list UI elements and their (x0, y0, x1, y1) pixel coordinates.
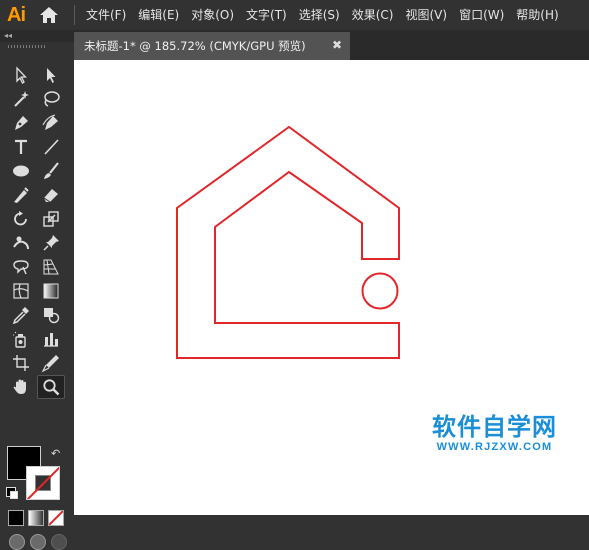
collapse-panel-icon[interactable]: ◂◂ (4, 30, 12, 42)
eyedropper-tool-icon[interactable] (8, 304, 34, 326)
house-outer-path (176, 125, 400, 359)
selection-tool-icon[interactable] (8, 64, 34, 86)
color-mode-button[interactable] (8, 510, 24, 526)
scale-tool-icon[interactable] (38, 208, 64, 230)
default-fill-stroke-icon[interactable] (6, 487, 18, 499)
zoom-tool-icon[interactable] (37, 375, 65, 399)
type-tool-icon[interactable] (8, 136, 34, 158)
menu-item-3[interactable]: 文字(T) (240, 0, 293, 30)
menu-item-2[interactable]: 对象(O) (185, 0, 240, 30)
panel-grip[interactable] (8, 45, 46, 48)
mesh-tool-icon[interactable] (8, 280, 34, 302)
slice-tool-icon[interactable] (38, 352, 64, 374)
puppet-warp-tool-icon[interactable] (8, 232, 34, 254)
live-paint-tool-icon[interactable] (38, 304, 64, 326)
curvature-tool-icon[interactable] (38, 112, 64, 134)
menu-separator (74, 5, 75, 25)
draw-behind-icon[interactable] (30, 534, 46, 550)
line-segment-tool-icon[interactable] (38, 136, 64, 158)
ellipse-tool-icon[interactable] (8, 160, 34, 182)
watermark-url: WWW.RJZXW.COM (436, 441, 553, 453)
document-tab[interactable]: 未标题-1* @ 185.72% (CMYK/GPU 预览) ✖ (74, 32, 350, 60)
direct-selection-tool-icon[interactable] (38, 64, 64, 86)
house-circle-path (361, 272, 399, 310)
menu-item-7[interactable]: 窗口(W) (453, 0, 510, 30)
app-logo: Ai (7, 3, 26, 26)
menu-item-5[interactable]: 效果(C) (346, 0, 400, 30)
main-menu: 文件(F) 编辑(E) 对象(O) 文字(T) 选择(S) 效果(C) 视图(V) 窗口(W)… (80, 0, 565, 30)
draw-inside-icon[interactable] (51, 534, 67, 550)
gradient-tool-icon[interactable] (38, 280, 64, 302)
paintbrush-tool-icon[interactable] (38, 160, 64, 182)
home-icon[interactable] (32, 0, 66, 30)
free-transform-tool-icon[interactable] (8, 256, 34, 278)
pin-tool-icon[interactable] (38, 232, 64, 254)
close-tab-icon[interactable]: ✖ (332, 38, 342, 52)
toolbar-header: ◂◂ (0, 30, 74, 42)
menu-item-1[interactable]: 编辑(E) (132, 0, 185, 30)
watermark-title: 软件自学网 (432, 413, 557, 441)
artboard-tool-icon[interactable] (8, 352, 34, 374)
menu-item-6[interactable]: 视图(V) (399, 0, 453, 30)
stroke-swatch[interactable] (26, 466, 60, 500)
swap-fill-stroke-icon[interactable]: ↶ (51, 447, 60, 460)
menu-item-8[interactable]: 帮助(H) (510, 0, 564, 30)
artboard-canvas[interactable]: 软件自学网 WWW.RJZXW.COM (74, 60, 589, 515)
shaper-tool-icon[interactable] (8, 184, 34, 206)
lasso-tool-icon[interactable] (38, 88, 64, 110)
menu-bar: Ai 文件(F) 编辑(E) 对象(O) 文字(T) 选择(S) 效果(C) 视图(V) 窗口… (0, 0, 589, 30)
column-graph-tool-icon[interactable] (38, 328, 64, 350)
hand-tool-icon[interactable] (8, 376, 34, 398)
symbol-sprayer-tool-icon[interactable] (8, 328, 34, 350)
rotate-tool-icon[interactable] (8, 208, 34, 230)
watermark: 软件自学网 WWW.RJZXW.COM (432, 407, 557, 453)
draw-normal-icon[interactable] (9, 534, 25, 550)
eraser-tool-icon[interactable] (38, 184, 64, 206)
gradient-mode-button[interactable] (28, 510, 44, 526)
document-tab-title: 未标题-1* @ 185.72% (CMYK/GPU 预览) (84, 39, 306, 53)
document-tab-bar: 未标题-1* @ 185.72% (CMYK/GPU 预览) ✖ (74, 30, 589, 60)
pen-tool-icon[interactable] (8, 112, 34, 134)
perspective-grid-tool-icon[interactable] (38, 256, 64, 278)
tools-panel: ↶ (0, 42, 74, 550)
menu-item-0[interactable]: 文件(F) (80, 0, 132, 30)
none-mode-button[interactable] (48, 510, 64, 526)
menu-item-4[interactable]: 选择(S) (293, 0, 346, 30)
magic-wand-tool-icon[interactable] (8, 88, 34, 110)
